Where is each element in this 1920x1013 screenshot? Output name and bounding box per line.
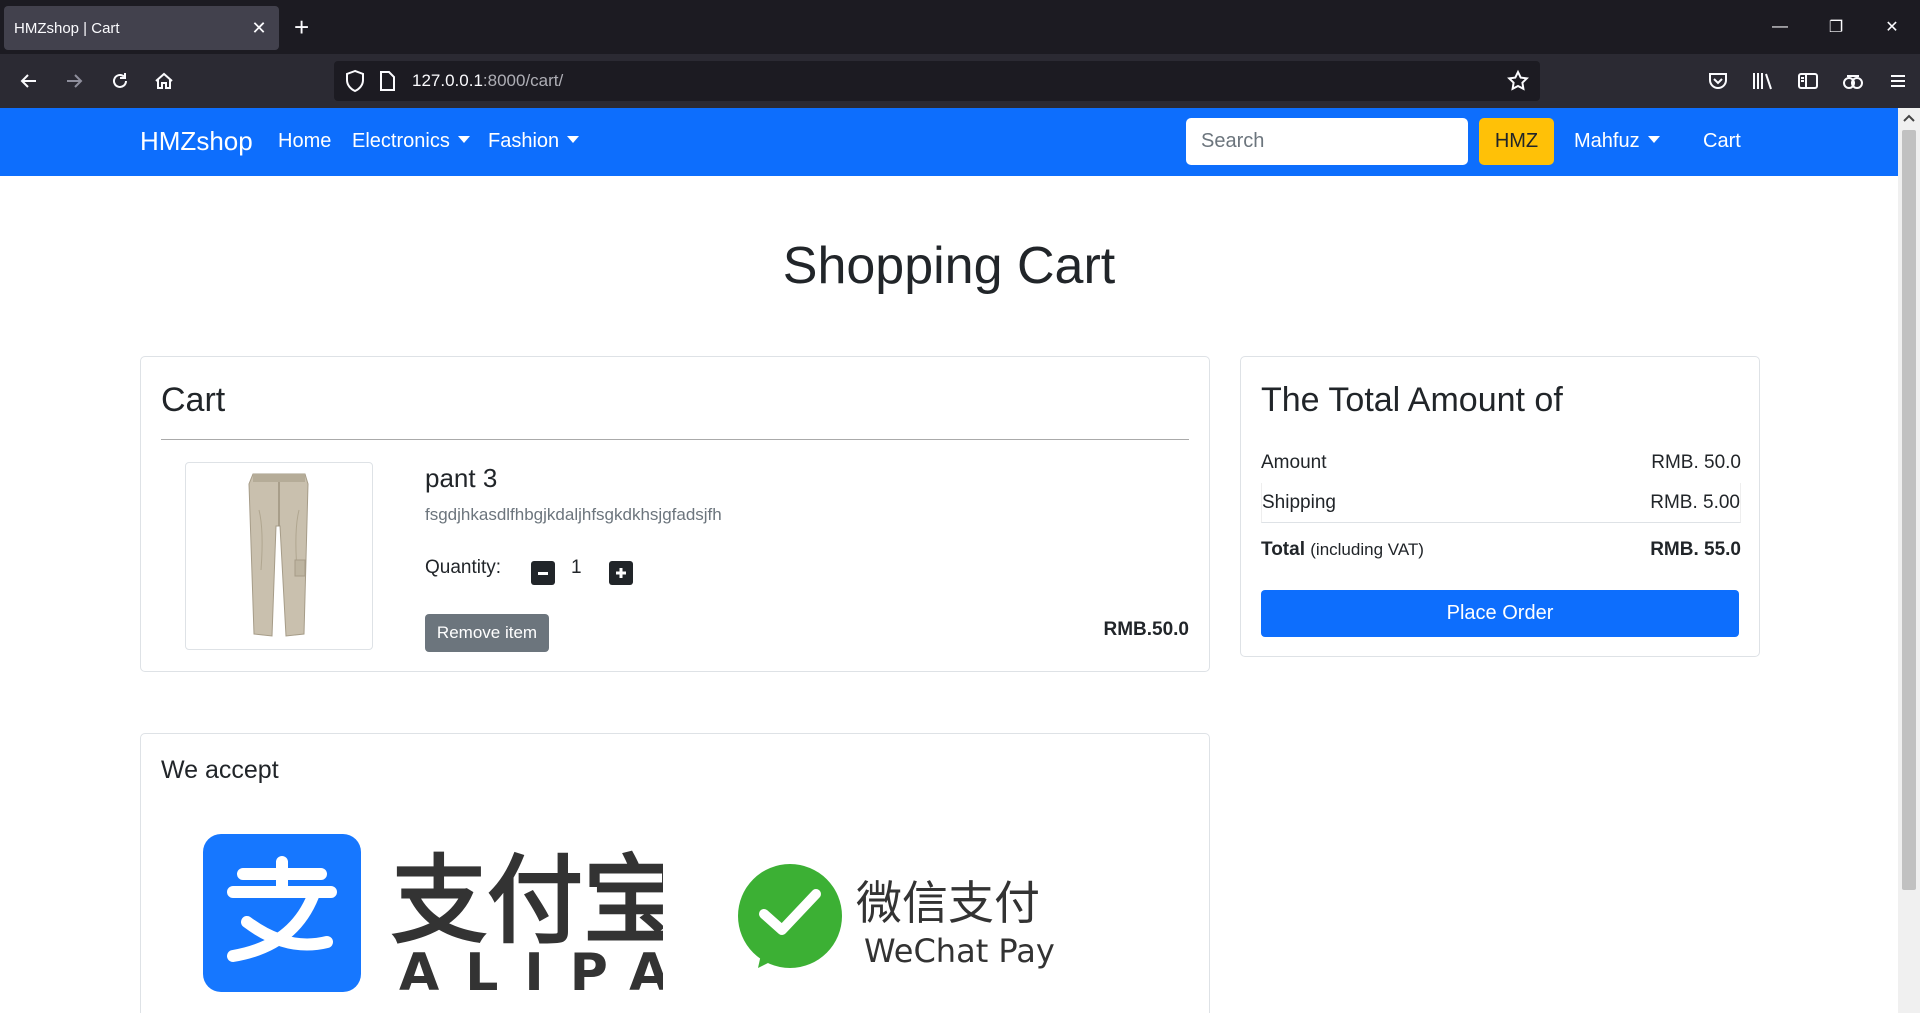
cart-heading: Cart [161, 381, 226, 419]
payment-methods-card: We accept 支付宝 ALIPAY 微信支付 WeChat Pay [140, 733, 1210, 1013]
library-icon[interactable] [1740, 54, 1785, 108]
reload-icon[interactable] [103, 64, 137, 98]
browser-toolbar: 127.0.0.1:8000/cart/ [0, 54, 1920, 108]
minus-icon [538, 572, 548, 575]
wechat-english: WeChat Pay [864, 932, 1054, 970]
wechat-chinese: 微信支付 [856, 876, 1040, 930]
shipping-label: Shipping [1262, 491, 1336, 513]
minimize-icon[interactable]: — [1752, 0, 1808, 54]
search-button[interactable]: HMZ [1479, 118, 1554, 165]
quantity-value: 1 [571, 557, 582, 578]
chevron-down-icon [1647, 136, 1660, 143]
url-host: 127.0.0.1 [412, 71, 483, 90]
page-scrollbar[interactable] [1898, 108, 1920, 1013]
browser-tab-bar: HMZshop | Cart ✕ + — ❐ ✕ [0, 0, 1920, 54]
search-input[interactable] [1186, 118, 1468, 165]
nav-fashion-label: Fashion [488, 130, 560, 152]
site-navbar: HMZshop Home Electronics Fashion HMZ Mah… [0, 108, 1898, 176]
user-name: Mahfuz [1574, 130, 1640, 152]
alipay-logo: 支付宝 ALIPAY [203, 834, 728, 1003]
divider [161, 439, 1189, 440]
total-label: Total [1261, 539, 1305, 560]
user-dropdown[interactable]: Mahfuz [1574, 130, 1660, 153]
window-controls: — ❐ ✕ [1752, 0, 1920, 54]
alipay-english: ALIPAY [399, 943, 663, 994]
forward-icon[interactable] [57, 64, 91, 98]
product-image[interactable] [185, 462, 373, 650]
pocket-icon[interactable] [1695, 54, 1740, 108]
product-description: fsgdjhkasdlfhbgjkdaljhfsgkdkhsjgfadsjfh [425, 505, 722, 524]
amount-label: Amount [1261, 452, 1327, 473]
tab-title: HMZshop | Cart [14, 19, 120, 37]
menu-icon[interactable] [1875, 54, 1920, 108]
sidebar-icon[interactable] [1785, 54, 1830, 108]
payment-heading: We accept [161, 756, 279, 784]
nav-fashion-dropdown[interactable]: Fashion [488, 130, 580, 153]
total-row: Total (including VAT) RMB. 55.0 [1261, 530, 1741, 570]
nav-electronics-label: Electronics [352, 130, 450, 152]
new-tab-icon[interactable]: + [294, 12, 309, 42]
summary-heading: The Total Amount of [1261, 381, 1563, 419]
bookmark-star-icon[interactable] [1506, 69, 1530, 98]
back-icon[interactable] [12, 64, 46, 98]
item-price: RMB.50.0 [1103, 619, 1189, 640]
close-window-icon[interactable]: ✕ [1864, 0, 1920, 54]
brand-link[interactable]: HMZshop [140, 126, 253, 157]
amount-row: Amount RMB. 50.0 [1261, 443, 1741, 483]
decrease-quantity-button[interactable] [531, 561, 555, 585]
nav-cart-link[interactable]: Cart [1703, 130, 1741, 153]
place-order-button[interactable]: Place Order [1261, 590, 1739, 637]
url-text: 127.0.0.1:8000/cart/ [412, 71, 563, 91]
alipay-chinese: 支付宝 [391, 845, 663, 957]
extensions-icon[interactable] [1830, 54, 1875, 108]
page-title: Shopping Cart [782, 237, 1116, 295]
url-path: :8000/cart/ [482, 71, 564, 90]
plus-icon [616, 568, 626, 578]
quantity-label: Quantity: [425, 557, 502, 578]
cart-card: Cart pant 3 fsgdjhkasdlfhbgjkdaljhfsgkdk… [140, 356, 1210, 672]
url-bar[interactable]: 127.0.0.1:8000/cart/ [334, 61, 1540, 101]
nav-electronics-dropdown[interactable]: Electronics [352, 130, 470, 153]
close-tab-icon[interactable]: ✕ [249, 18, 269, 39]
browser-toolbar-icons [1695, 54, 1920, 108]
remove-item-button[interactable]: Remove item [425, 614, 549, 652]
chevron-down-icon [567, 136, 580, 143]
amount-value: RMB. 50.0 [1651, 452, 1741, 473]
order-summary-card: The Total Amount of Amount RMB. 50.0 Shi… [1240, 356, 1760, 657]
restore-icon[interactable]: ❐ [1808, 0, 1864, 54]
shipping-row: Shipping RMB. 5.00 [1261, 483, 1741, 523]
nav-home-link[interactable]: Home [278, 130, 331, 153]
page-info-icon[interactable] [378, 70, 396, 97]
product-name[interactable]: pant 3 [425, 463, 497, 494]
scrollbar-thumb[interactable] [1902, 130, 1916, 890]
total-value: RMB. 55.0 [1650, 539, 1741, 560]
increase-quantity-button[interactable] [609, 561, 633, 585]
scroll-up-icon[interactable] [1898, 108, 1920, 128]
wechat-pay-logo: 微信支付 WeChat Pay [734, 864, 1055, 979]
home-icon[interactable] [147, 64, 181, 98]
browser-tab[interactable]: HMZshop | Cart ✕ [4, 6, 279, 50]
total-note: (including VAT) [1310, 540, 1424, 559]
shield-icon[interactable] [344, 69, 366, 98]
shipping-value: RMB. 5.00 [1650, 491, 1740, 513]
chevron-down-icon [457, 136, 470, 143]
